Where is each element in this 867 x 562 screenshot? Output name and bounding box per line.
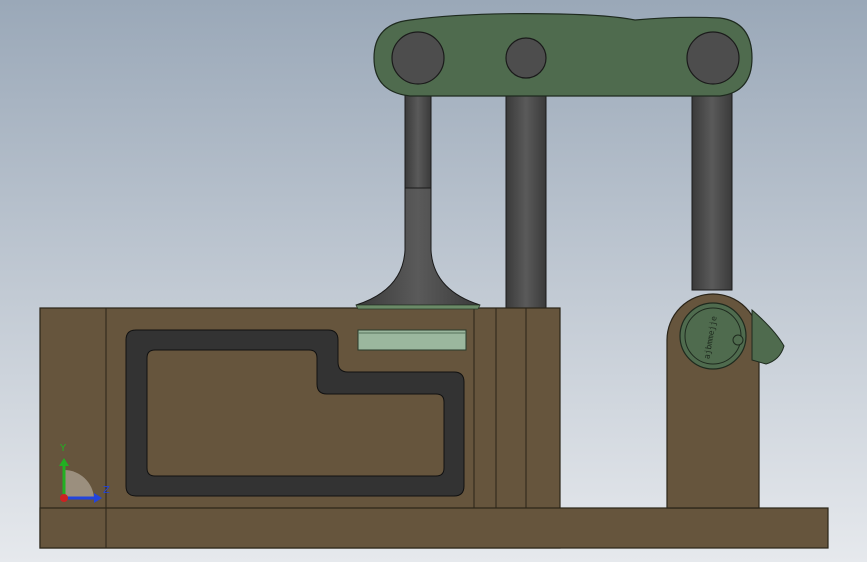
cad-graphics-viewport[interactable]: ajbmmejje Y Z <box>0 0 867 562</box>
triad-z-label: Z <box>103 485 110 496</box>
rocker-pivot-hole-right[interactable] <box>686 31 740 85</box>
push-rod-center[interactable] <box>505 77 547 309</box>
rocker-arm[interactable] <box>373 13 753 97</box>
push-rod-right[interactable] <box>691 77 733 291</box>
triad-y-label: Y <box>60 443 67 454</box>
rocker-pivot-hole-center[interactable] <box>505 37 547 79</box>
triad-x-origin-icon <box>60 494 68 502</box>
model-view-svg[interactable]: ajbmmejje <box>0 0 867 562</box>
rocker-pivot-hole-left[interactable] <box>391 31 445 85</box>
pivot-small-hole[interactable] <box>732 334 744 346</box>
base-foot[interactable] <box>39 507 829 549</box>
valve-seat[interactable] <box>355 304 481 310</box>
